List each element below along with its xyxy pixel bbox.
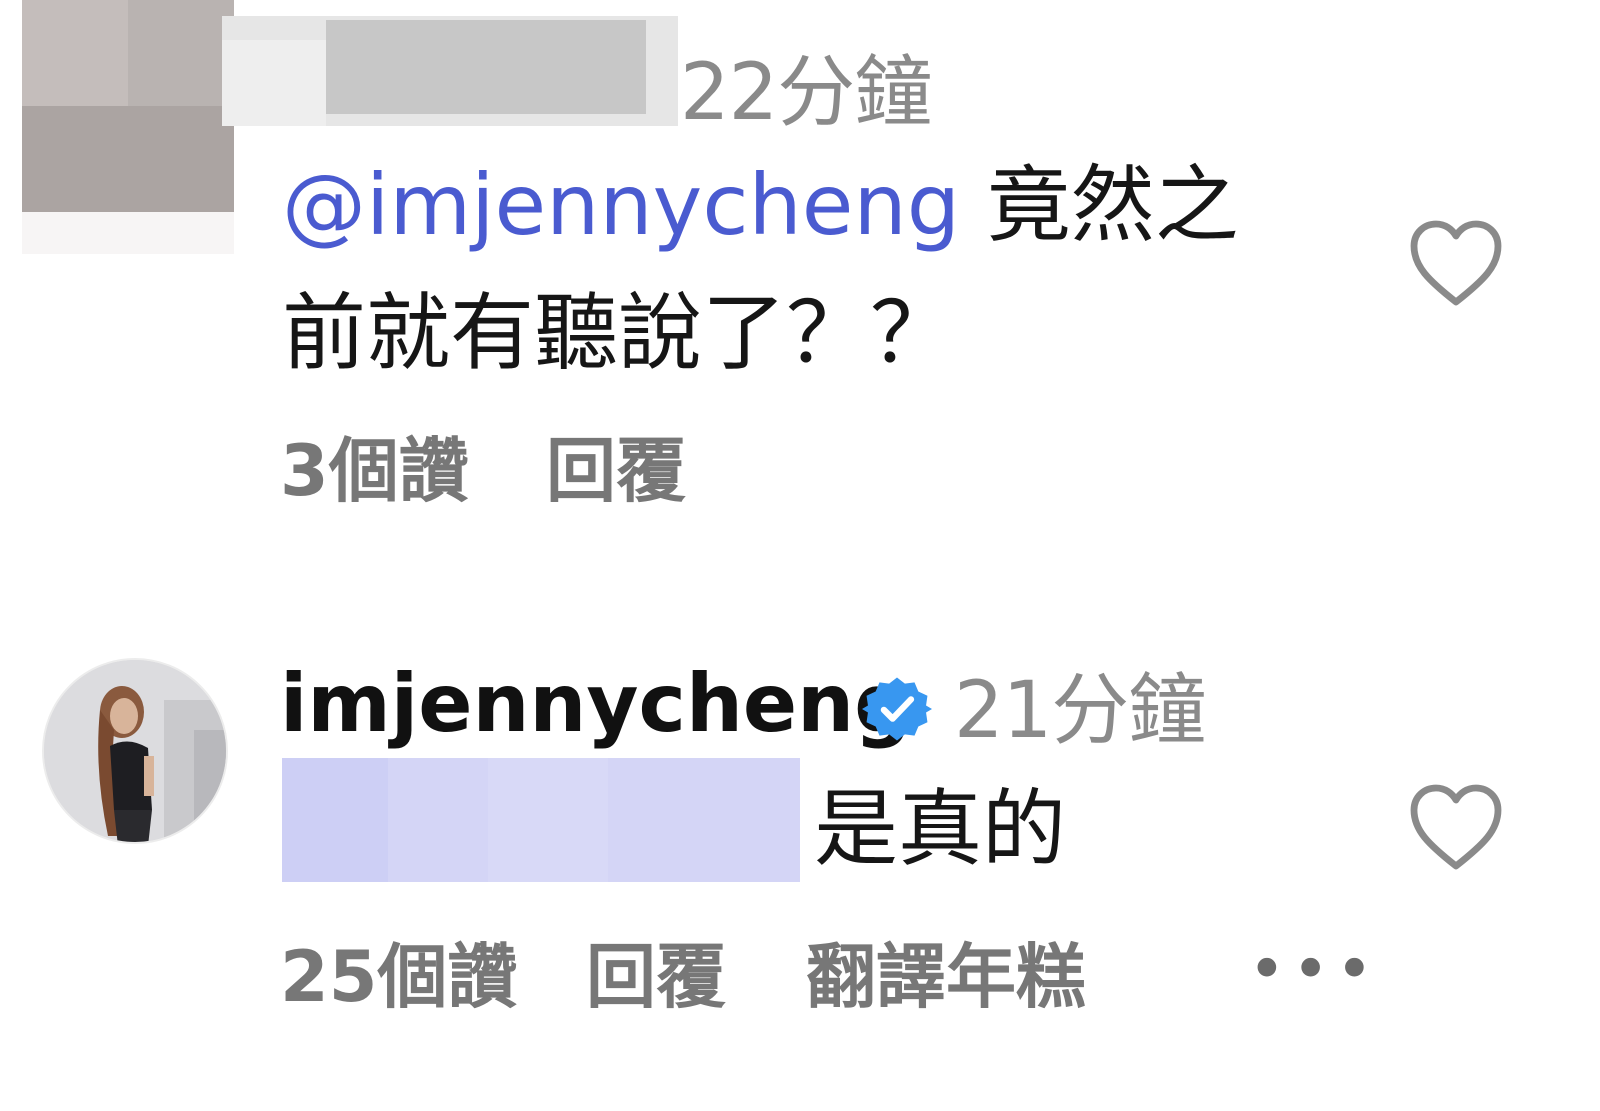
username[interactable]: imjennycheng	[280, 664, 911, 744]
avatar-photo	[44, 660, 226, 842]
avatar-blurred[interactable]	[22, 0, 234, 212]
reply-button[interactable]: 回覆	[546, 436, 686, 506]
likes-count[interactable]: 25個讚	[280, 942, 517, 1012]
more-options-icon[interactable]: •••	[1248, 938, 1379, 1002]
avatar[interactable]	[42, 658, 228, 844]
likes-count[interactable]: 3個讚	[280, 436, 469, 506]
comment-timestamp: 22分鐘	[680, 48, 932, 138]
heart-outline-icon[interactable]	[1408, 782, 1504, 872]
avatar-blur-edge	[22, 212, 234, 254]
comment-timestamp: 21分鐘	[954, 666, 1206, 756]
verified-badge-icon	[862, 677, 932, 741]
translate-button[interactable]: 翻譯年糕	[806, 942, 1086, 1012]
username-blurred[interactable]	[222, 16, 678, 126]
comment-text-fragment: 竟然之	[960, 156, 1239, 254]
comment-text-line-1: @imjennycheng 竟然之	[282, 150, 1239, 260]
reply-button[interactable]: 回覆	[586, 942, 726, 1012]
heart-outline-icon[interactable]	[1408, 218, 1504, 308]
comment-text: 是真的	[814, 780, 1067, 878]
mention-blurred[interactable]	[282, 758, 800, 882]
mention-link[interactable]: @imjennycheng	[282, 156, 960, 254]
comment-text-line-2: 前就有聽說了？？	[282, 284, 955, 382]
